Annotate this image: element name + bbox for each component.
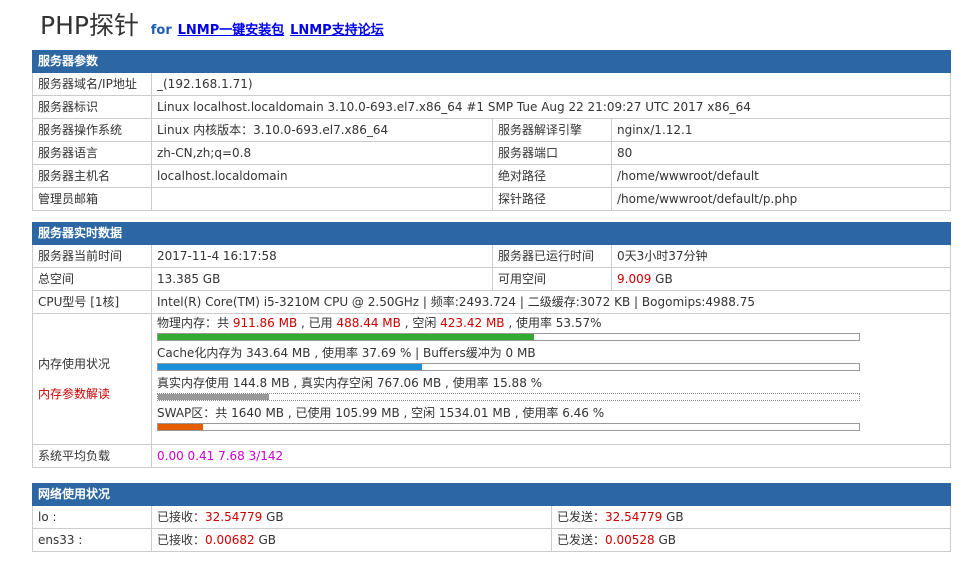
swap-line: SWAP区：共 1640 MB , 已使用 105.99 MB , 空闲 153… — [157, 406, 605, 420]
engine-label: 服务器解译引擎 — [492, 118, 612, 142]
server-params-table: 服务器参数 服务器域名/IP地址 _(192.168.1.71) 服务器标识 L… — [31, 50, 952, 211]
physical-mid2: , 空闲 — [400, 316, 441, 330]
abspath-value: /home/wwwroot/default — [610, 164, 952, 188]
rx-label: 已接收： — [157, 533, 206, 547]
rx-unit: GB — [254, 533, 276, 547]
rx-value: 已接收：32.54779 GB — [151, 505, 552, 529]
for-label: for — [150, 23, 172, 38]
rx-value: 已接收：0.00682 GB — [151, 528, 552, 552]
network-table: 网络使用状况 lo : 已接收：32.54779 GB 已发送：32.54779… — [32, 483, 951, 552]
tx-value: 已发送：0.00528 GB — [551, 528, 951, 552]
real-memory-bar-fill — [158, 394, 270, 400]
admin-email-label: 管理员邮箱 — [32, 187, 152, 211]
free-space-number: 9.009 — [617, 272, 652, 286]
cache-memory-bar-fill — [158, 364, 423, 370]
rx-number: 32.54779 — [205, 510, 263, 524]
realtime-table: 服务器实时数据 服务器当前时间 2017-11-4 16:17:58 服务器已运… — [31, 222, 952, 468]
physical-suffix: , 使用率 53.57% — [504, 316, 602, 330]
server-id-value: Linux localhost.localdomain 3.10.0-693.e… — [150, 95, 952, 119]
rx-label: 已接收： — [157, 510, 206, 524]
physical-free: 423.42 MB — [440, 316, 505, 330]
total-space-value: 13.385 GB — [151, 267, 493, 291]
tx-label: 已发送： — [557, 510, 606, 524]
port-label: 服务器端口 — [492, 141, 612, 165]
cpu-value: Intel(R) Core(TM) i5-3210M CPU @ 2.50GHz… — [150, 290, 952, 314]
iface-name: ens33 : — [32, 528, 152, 552]
network-header: 网络使用状况 — [32, 483, 951, 506]
physical-memory-line: 物理内存：共 911.86 MB , 已用 488.44 MB , 空闲 423… — [157, 316, 945, 331]
port-value: 80 — [610, 141, 952, 165]
page-title: PHP探针 — [40, 11, 139, 40]
tx-unit: GB — [662, 510, 684, 524]
tx-unit: GB — [654, 533, 676, 547]
table-row: ens33 : 已接收：0.00682 GB 已发送：0.00528 GB — [32, 528, 951, 552]
lnmp-forum-link[interactable]: LNMP支持论坛 — [290, 23, 384, 38]
table-row: lo : 已接收：32.54779 GB 已发送：32.54779 GB — [32, 505, 951, 529]
rx-unit: GB — [262, 510, 284, 524]
load-average-value: 0.00 0.41 7.68 3/142 — [150, 444, 952, 468]
admin-email-value — [151, 187, 493, 211]
iface-name: lo : — [32, 505, 152, 529]
domain-label: 服务器域名/IP地址 — [32, 72, 152, 96]
memory-label-cell: 内存使用状况 内存参数解读 — [32, 313, 152, 445]
language-value: zh-CN,zh;q=0.8 — [151, 141, 493, 165]
memory-usage-cell: 物理内存：共 911.86 MB , 已用 488.44 MB , 空闲 423… — [150, 313, 952, 445]
probe-path-label: 探针路径 — [492, 187, 612, 211]
physical-prefix: 物理内存：共 — [157, 316, 233, 330]
tx-label: 已发送： — [557, 533, 606, 547]
cpu-label: CPU型号 [1核] — [32, 290, 152, 314]
load-average-label: 系统平均负载 — [32, 444, 152, 468]
os-value: Linux 内核版本：3.10.0-693.el7.x86_64 — [151, 118, 493, 142]
uptime-value: 0天3小时37分钟 — [610, 244, 952, 268]
tx-number: 0.00528 — [605, 533, 655, 547]
abspath-label: 绝对路径 — [492, 164, 612, 188]
total-space-label: 总空间 — [32, 267, 152, 291]
free-space-value: 9.009 GB — [610, 267, 952, 291]
swap-bar-fill — [158, 424, 204, 430]
memory-help-link[interactable]: 内存参数解读 — [38, 385, 146, 403]
free-space-label: 可用空间 — [492, 267, 612, 291]
physical-mid1: , 已用 — [297, 316, 337, 330]
free-space-unit: GB — [651, 272, 673, 286]
engine-value: nginx/1.12.1 — [610, 118, 952, 142]
server-params-header: 服务器参数 — [31, 50, 952, 73]
lnmp-installer-link[interactable]: LNMP一键安装包 — [178, 23, 285, 38]
real-memory-line: 真实内存使用 144.8 MB , 真实内存空闲 767.06 MB , 使用率… — [157, 376, 543, 390]
real-memory-bar — [157, 393, 860, 401]
probe-path-value: /home/wwwroot/default/p.php — [610, 187, 952, 211]
domain-value: _(192.168.1.71) — [150, 72, 952, 96]
physical-memory-bar-fill — [158, 334, 534, 340]
tx-value: 已发送：32.54779 GB — [551, 505, 951, 529]
physical-total: 911.86 MB — [232, 316, 298, 330]
current-time-value: 2017-11-4 16:17:58 — [151, 244, 493, 268]
current-time-label: 服务器当前时间 — [32, 244, 152, 268]
hostname-label: 服务器主机名 — [32, 164, 152, 188]
hostname-value: localhost.localdomain — [151, 164, 493, 188]
cache-memory-bar — [157, 363, 860, 371]
language-label: 服务器语言 — [32, 141, 152, 165]
physical-used: 488.44 MB — [336, 316, 401, 330]
realtime-header: 服务器实时数据 — [31, 222, 952, 245]
memory-label: 内存使用状况 — [38, 357, 111, 371]
cache-memory-line: Cache化内存为 343.64 MB , 使用率 37.69 % | Buff… — [157, 346, 536, 360]
swap-bar — [157, 423, 860, 431]
page-header: PHP探针 for LNMP一键安装包 LNMP支持论坛 — [40, 6, 384, 40]
physical-memory-bar — [157, 333, 860, 341]
server-id-label: 服务器标识 — [32, 95, 152, 119]
uptime-label: 服务器已运行时间 — [492, 244, 612, 268]
tx-number: 32.54779 — [605, 510, 663, 524]
rx-number: 0.00682 — [205, 533, 255, 547]
os-label: 服务器操作系统 — [32, 118, 152, 142]
